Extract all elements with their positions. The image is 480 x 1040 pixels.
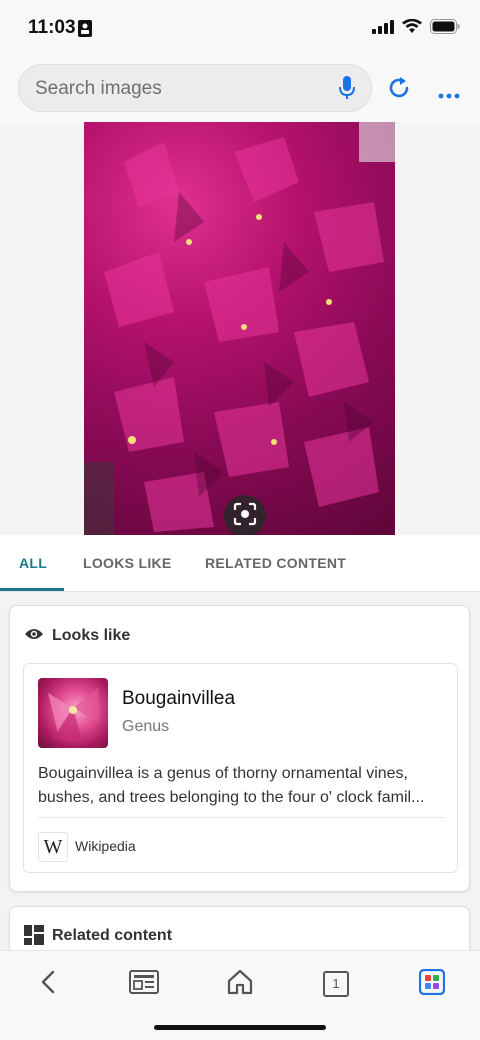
wikipedia-icon: W [38, 832, 68, 862]
entity-type: Genus [122, 718, 170, 735]
tab-looks-like[interactable]: LOOKS LIKE [83, 555, 172, 571]
refresh-icon[interactable] [386, 75, 412, 106]
eye-icon [24, 627, 44, 646]
news-feed-button[interactable] [124, 967, 164, 1001]
apps-grid-icon [418, 968, 446, 1000]
visual-search-button[interactable] [224, 495, 266, 537]
active-tab-indicator [0, 588, 64, 591]
looks-like-card: Looks like Bougainvillea Genus Bougainvi… [9, 605, 470, 892]
home-indicator [154, 1025, 326, 1030]
tabs-button[interactable]: 1 [316, 967, 356, 1001]
tab-related-content[interactable]: RELATED CONTENT [205, 555, 346, 571]
looks-like-title: Looks like [52, 627, 131, 644]
grid-icon [24, 925, 44, 950]
home-icon [227, 969, 253, 1000]
status-bar: 11:03 [0, 0, 480, 58]
more-options-icon[interactable] [438, 86, 460, 104]
scan-icon [233, 502, 257, 531]
entity-description: Bougainvillea is a genus of thorny ornam… [38, 765, 425, 806]
divider [38, 817, 444, 818]
source-label[interactable]: Wikipedia [75, 838, 136, 854]
home-button[interactable] [220, 967, 260, 1001]
newspaper-icon [129, 969, 159, 999]
status-indicators [372, 18, 460, 39]
tab-all[interactable]: ALL [19, 555, 47, 571]
search-box[interactable] [18, 64, 372, 112]
chevron-left-icon [41, 970, 55, 999]
top-bar [0, 58, 480, 122]
tab-count: 1 [332, 976, 340, 991]
battery-icon [430, 19, 460, 39]
result-tabs: ALL LOOKS LIKE RELATED CONTENT [0, 535, 480, 592]
search-input[interactable] [33, 73, 327, 105]
wifi-icon [402, 18, 422, 39]
back-button[interactable] [28, 967, 68, 1001]
entity-name[interactable]: Bougainvillea [122, 688, 235, 710]
bougainvillea-photo[interactable] [84, 122, 395, 535]
tab-count-icon: 1 [323, 971, 349, 997]
apps-button[interactable] [412, 967, 452, 1001]
bottom-navigation: 1 [0, 950, 480, 1040]
image-preview-area [0, 122, 480, 535]
entity-thumbnail [38, 678, 108, 748]
microphone-icon[interactable] [339, 76, 355, 105]
cellular-signal-icon [372, 19, 394, 39]
entity-card[interactable]: Bougainvillea Genus Bougainvillea is a g… [23, 663, 458, 873]
status-time: 11:03 [28, 17, 76, 38]
related-content-title: Related content [52, 927, 173, 944]
id-card-icon [78, 20, 92, 42]
